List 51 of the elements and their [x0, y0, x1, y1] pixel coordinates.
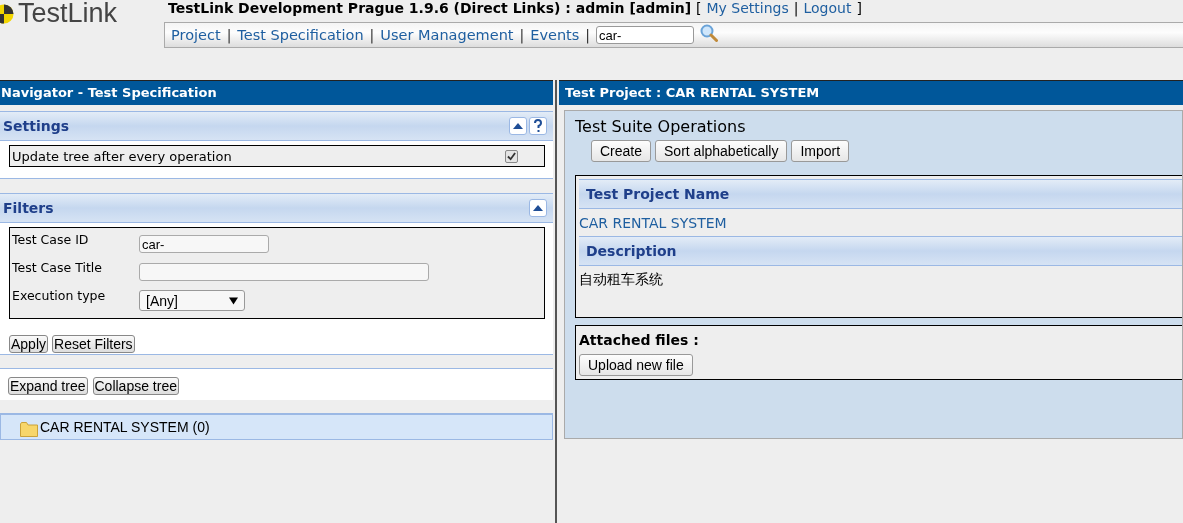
tree-button[interactable]: Expand tree	[8, 377, 88, 395]
bracket: [	[696, 0, 702, 16]
menu-separator: |	[369, 27, 375, 43]
collapse-icon[interactable]	[529, 199, 547, 217]
filter-label: Execution type	[12, 288, 107, 303]
menu-link[interactable]: Test Specification	[237, 27, 364, 43]
tree-button[interactable]: Collapse tree	[92, 377, 179, 395]
option-label: Update tree after every operation	[12, 148, 232, 164]
search-icon[interactable]	[700, 24, 719, 42]
input-field[interactable]: car-	[139, 235, 269, 253]
tree-node[interactable]: CAR RENTAL SYSTEM (0)	[0, 414, 553, 440]
input-field[interactable]	[139, 263, 429, 281]
panel-title: Navigator - Test Specification	[0, 80, 553, 105]
menu-link[interactable]: Events	[530, 27, 580, 43]
collapse-icon[interactable]	[509, 117, 527, 135]
attachments-title: Attached files :	[579, 332, 699, 348]
logo-icon	[0, 4, 14, 24]
project-name: CAR RENTAL SYSTEM	[579, 214, 727, 231]
menu-link[interactable]: User Management	[380, 27, 514, 43]
logo-text: TestLink	[18, 0, 118, 26]
operation-button[interactable]: Create	[591, 140, 652, 162]
bracket: ]	[856, 0, 862, 16]
panel-title: Test Project : CAR RENTAL SYSTEM	[559, 80, 1183, 105]
section-title: Filters	[2, 200, 54, 216]
operations-title: Test Suite Operations	[575, 117, 747, 136]
user-link[interactable]: Logout	[803, 0, 852, 16]
filter-button[interactable]: Apply	[9, 335, 49, 353]
menu-separator: |	[519, 27, 525, 43]
upload-button[interactable]: Upload new file	[579, 354, 693, 376]
help-icon[interactable]	[529, 117, 547, 135]
checkbox[interactable]	[505, 149, 518, 163]
menu-separator: |	[226, 27, 232, 43]
link-separator: |	[793, 0, 799, 16]
user-link[interactable]: My Settings	[706, 0, 789, 16]
menu-link[interactable]: Project	[171, 27, 221, 43]
select-field[interactable]: [Any]	[139, 290, 245, 311]
filter-label: Test Case ID	[12, 232, 90, 247]
app-title: TestLink Development Prague 1.9.6 (Direct Links) : admin [admin]	[168, 0, 692, 16]
caret-icon	[229, 296, 238, 305]
operation-button[interactable]: Import	[791, 140, 850, 162]
filter-label: Test Case Title	[12, 260, 103, 275]
section-title: Test Project Name	[586, 186, 730, 202]
filter-button[interactable]: Reset Filters	[52, 335, 135, 353]
operation-button[interactable]: Sort alphabetically	[655, 140, 788, 162]
menu-separator: |	[585, 27, 591, 43]
description-text: 自动租车系统	[579, 270, 663, 289]
section-title: Settings	[2, 118, 70, 134]
tree-label: CAR RENTAL SYSTEM (0)	[40, 419, 210, 435]
section-title: Description	[586, 243, 677, 259]
search-field[interactable]: car-	[596, 26, 695, 44]
folder-icon	[20, 420, 38, 437]
